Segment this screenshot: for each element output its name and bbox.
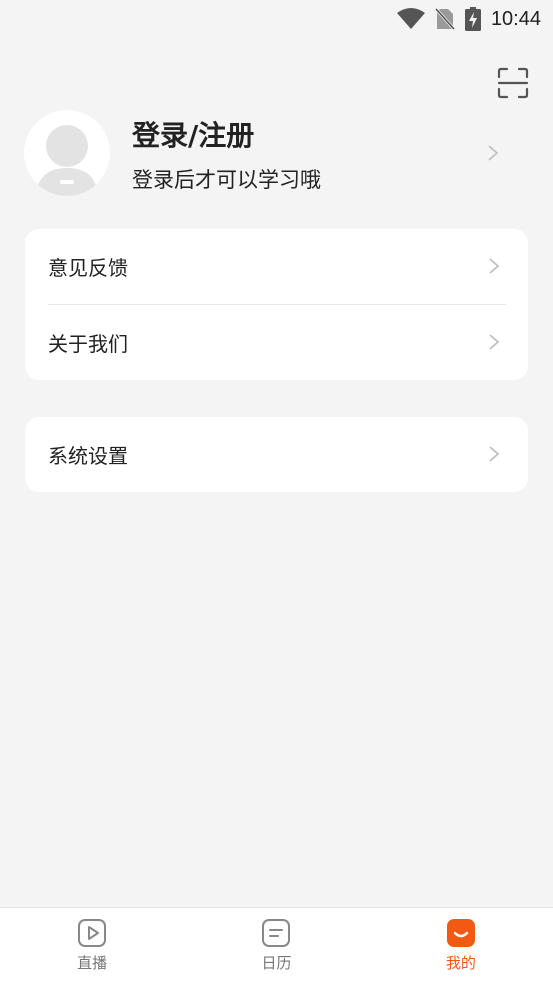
- login-hint-text: 登录后才可以学习哦: [132, 168, 321, 192]
- chevron-right-icon: [489, 334, 500, 350]
- calendar-icon: [262, 919, 291, 947]
- menu-item-label: 关于我们: [48, 332, 128, 356]
- tab-live[interactable]: 直播: [0, 908, 184, 983]
- tab-label: 日历: [261, 954, 292, 972]
- menu-group-settings: 系统设置: [25, 417, 528, 492]
- menu-item-system-settings[interactable]: 系统设置: [25, 417, 528, 492]
- avatar[interactable]: [24, 110, 110, 196]
- chevron-right-icon: [489, 446, 500, 462]
- menu-item-label: 意见反馈: [48, 256, 128, 280]
- status-time: 10:44: [490, 7, 541, 30]
- login-register-title[interactable]: 登录/注册: [132, 114, 254, 154]
- menu-item-feedback[interactable]: 意见反馈: [25, 229, 528, 304]
- menu-item-about-us[interactable]: 关于我们: [25, 305, 528, 380]
- chevron-right-icon: [489, 258, 500, 274]
- wifi-icon: [396, 8, 425, 29]
- menu-item-label: 系统设置: [48, 444, 128, 468]
- scan-icon: [497, 67, 529, 99]
- menu-group-feedback-about: 意见反馈 关于我们: [25, 229, 528, 380]
- mine-smile-icon: [446, 919, 475, 947]
- default-avatar-icon: [36, 125, 98, 196]
- tab-label: 我的: [445, 954, 476, 972]
- live-play-icon: [78, 919, 107, 947]
- no-sim-icon: [434, 8, 455, 30]
- profile-login-entry[interactable]: 登录/注册 登录后才可以学习哦: [24, 110, 529, 200]
- bottom-tab-bar: 直播 日历 我的: [0, 907, 553, 983]
- tab-mine[interactable]: 我的: [369, 908, 553, 983]
- status-bar: 10:44: [0, 0, 553, 38]
- battery-charging-icon: [464, 7, 481, 31]
- scan-button[interactable]: [497, 67, 529, 99]
- status-icons: 10:44: [396, 6, 541, 32]
- tab-label: 直播: [77, 954, 108, 972]
- chevron-right-icon: [488, 145, 499, 161]
- tab-calendar[interactable]: 日历: [184, 908, 368, 983]
